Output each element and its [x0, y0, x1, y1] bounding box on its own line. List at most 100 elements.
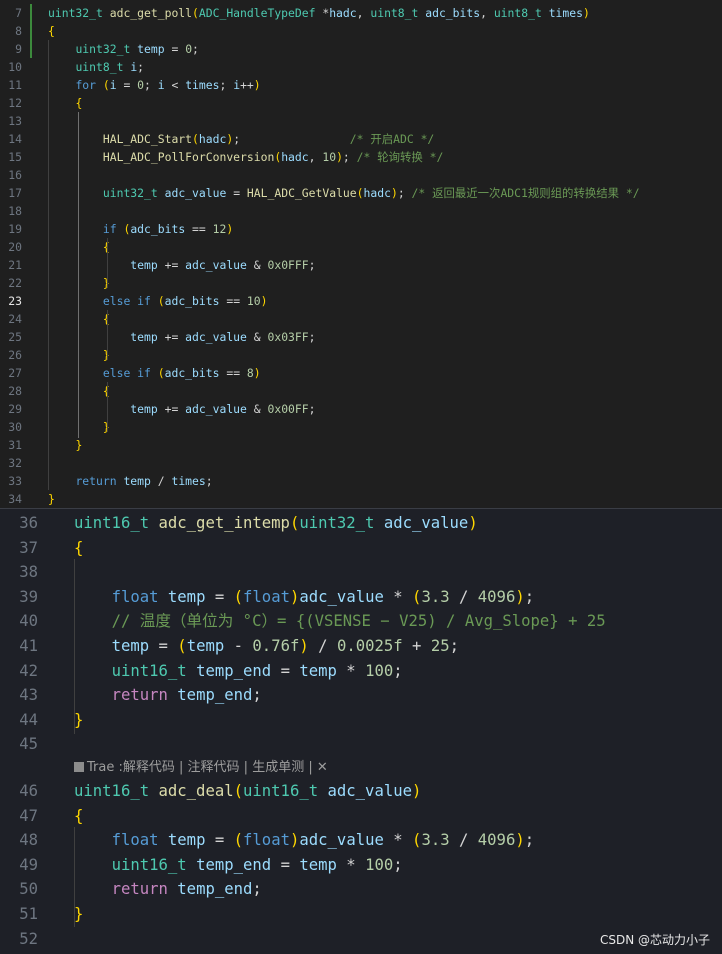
line-number: 27 [8, 366, 22, 380]
code-line[interactable]: 29 temp += adc_value & 0x00FF; [0, 400, 722, 418]
code-text[interactable]: } [74, 902, 83, 927]
indent-guide [107, 310, 108, 360]
code-text[interactable]: uint16_t temp_end = temp * 100; [74, 853, 403, 878]
code-line[interactable]: 31 } [0, 436, 722, 454]
line-number: 16 [8, 168, 22, 182]
code-line[interactable]: 20 { [0, 238, 722, 256]
line-number: 42 [19, 661, 38, 680]
code-text[interactable]: uint32_t temp = 0; [48, 40, 198, 58]
code-line[interactable]: 47 { [0, 804, 722, 829]
code-line[interactable]: 45 [0, 732, 722, 757]
editor-top-pane[interactable]: 7 uint32_t adc_get_poll(ADC_HandleTypeDef… [0, 0, 722, 508]
line-number: 12 [8, 96, 22, 110]
line-number: 48 [19, 831, 38, 850]
code-text[interactable]: { [74, 536, 83, 561]
code-text[interactable]: return temp_end; [74, 877, 262, 902]
code-text[interactable]: if (adc_bits == 12) [48, 220, 233, 238]
code-text[interactable]: uint16_t adc_get_intemp(uint32_t adc_val… [74, 511, 478, 536]
code-text[interactable]: float temp = (float)adc_value * (3.3 / 4… [74, 585, 535, 610]
code-line[interactable]: 34} [0, 490, 722, 508]
code-line[interactable]: 28 { [0, 382, 722, 400]
trae-icon [74, 762, 84, 772]
line-number: 33 [8, 474, 22, 488]
codelens-unittest-link[interactable]: 生成单测 [252, 760, 304, 775]
code-line[interactable]: 26 } [0, 346, 722, 364]
code-text[interactable]: temp += adc_value & 0x00FF; [48, 400, 315, 418]
code-text[interactable]: temp += adc_value & 0x03FF; [48, 328, 315, 346]
codelens-explain-link[interactable]: 解释代码 [123, 760, 175, 775]
code-text[interactable]: HAL_ADC_PollForConversion(hadc, 10); /* … [48, 148, 443, 166]
codelens-close-button[interactable]: ✕ [317, 760, 328, 775]
code-text[interactable]: for (i = 0; i < times; i++) [48, 76, 260, 94]
code-line[interactable]: 39 float temp = (float)adc_value * (3.3 … [0, 585, 722, 610]
code-line[interactable]: 37 { [0, 536, 722, 561]
code-line[interactable]: 42 uint16_t temp_end = temp * 100; [0, 659, 722, 684]
editor-bottom-pane[interactable]: 36 uint16_t adc_get_intemp(uint32_t adc_v… [0, 508, 722, 954]
git-change-marker [30, 4, 32, 58]
code-line[interactable]: 16 [0, 166, 722, 184]
code-line[interactable]: 51} [0, 902, 722, 927]
indent-guide [107, 238, 108, 288]
code-text[interactable]: { [48, 94, 82, 112]
code-line[interactable]: 11 for (i = 0; i < times; i++) [0, 76, 722, 94]
line-number: 47 [19, 806, 38, 825]
code-line[interactable]: 30 } [0, 418, 722, 436]
code-text[interactable]: // 温度（单位为 °C）= {(VSENSE − V25) / Avg_Slo… [74, 609, 606, 634]
code-text[interactable]: float temp = (float)adc_value * (3.3 / 4… [74, 828, 535, 853]
code-line[interactable]: 23 else if (adc_bits == 10) [0, 292, 722, 310]
code-text[interactable]: else if (adc_bits == 8) [48, 364, 261, 382]
code-line[interactable]: 22 } [0, 274, 722, 292]
code-line[interactable]: 49 uint16_t temp_end = temp * 100; [0, 853, 722, 878]
code-line[interactable]: 19 if (adc_bits == 12) [0, 220, 722, 238]
code-line[interactable]: 40 // 温度（单位为 °C）= {(VSENSE − V25) / Avg_… [0, 609, 722, 634]
code-line[interactable]: 36 uint16_t adc_get_intemp(uint32_t adc_v… [0, 511, 722, 536]
code-line[interactable]: 46 uint16_t adc_deal(uint16_t adc_value) [0, 779, 722, 804]
code-text[interactable]: else if (adc_bits == 10) [48, 292, 268, 310]
code-line[interactable]: 14 HAL_ADC_Start(hadc); /* 开启ADC */ [0, 130, 722, 148]
code-line[interactable]: 12 { [0, 94, 722, 112]
code-text[interactable]: uint16_t adc_deal(uint16_t adc_value) [74, 779, 421, 804]
line-number: 20 [8, 240, 22, 254]
code-text[interactable]: uint8_t i; [48, 58, 144, 76]
code-line[interactable]: 13 [0, 112, 722, 130]
code-line[interactable]: 27 else if (adc_bits == 8) [0, 364, 722, 382]
code-text[interactable]: return temp / times; [48, 472, 212, 490]
code-text[interactable]: } [48, 490, 55, 508]
code-text[interactable]: return temp_end; [74, 683, 262, 708]
code-text[interactable]: temp = (temp - 0.76f) / 0.0025f + 25; [74, 634, 459, 659]
code-line[interactable]: 32 [0, 454, 722, 472]
watermark: CSDN @芯动力小子 [599, 933, 710, 947]
code-line[interactable]: 44} [0, 708, 722, 733]
line-number: 22 [8, 276, 22, 290]
code-line[interactable]: 15 HAL_ADC_PollForConversion(hadc, 10); … [0, 148, 722, 166]
code-line[interactable]: 18 [0, 202, 722, 220]
code-line[interactable]: 8{ [0, 22, 722, 40]
code-line[interactable]: 25 temp += adc_value & 0x03FF; [0, 328, 722, 346]
line-number: 37 [19, 538, 38, 557]
line-number: 21 [8, 258, 22, 272]
code-line[interactable]: 24 { [0, 310, 722, 328]
code-line[interactable]: 50 return temp_end; [0, 877, 722, 902]
line-number: 44 [19, 710, 38, 729]
code-text[interactable]: } [48, 436, 82, 454]
code-line[interactable]: 7 uint32_t adc_get_poll(ADC_HandleTypeDef… [0, 4, 722, 22]
code-line[interactable]: 33 return temp / times; [0, 472, 722, 490]
code-text[interactable]: uint32_t adc_value = HAL_ADC_GetValue(ha… [48, 184, 640, 202]
code-line[interactable]: 17 uint32_t adc_value = HAL_ADC_GetValue… [0, 184, 722, 202]
code-text[interactable]: { [48, 22, 55, 40]
codelens-sep: | [239, 760, 253, 775]
code-line[interactable]: 43 return temp_end; [0, 683, 722, 708]
code-text[interactable]: uint16_t temp_end = temp * 100; [74, 659, 403, 684]
code-line[interactable]: 10 uint8_t i; [0, 58, 722, 76]
code-text[interactable]: HAL_ADC_Start(hadc); /* 开启ADC */ [48, 130, 434, 148]
code-text[interactable]: } [74, 708, 83, 733]
code-line[interactable]: 48 float temp = (float)adc_value * (3.3 … [0, 828, 722, 853]
code-line[interactable]: 21 temp += adc_value & 0x0FFF; [0, 256, 722, 274]
code-line[interactable]: 9 uint32_t temp = 0; [0, 40, 722, 58]
code-line[interactable]: 41 temp = (temp - 0.76f) / 0.0025f + 25; [0, 634, 722, 659]
code-text[interactable]: temp += adc_value & 0x0FFF; [48, 256, 315, 274]
code-text[interactable]: { [74, 804, 83, 829]
code-text[interactable]: uint32_t adc_get_poll(ADC_HandleTypeDef … [48, 4, 590, 22]
code-line[interactable]: 38 [0, 560, 722, 585]
codelens-comment-link[interactable]: 注释代码 [188, 760, 240, 775]
